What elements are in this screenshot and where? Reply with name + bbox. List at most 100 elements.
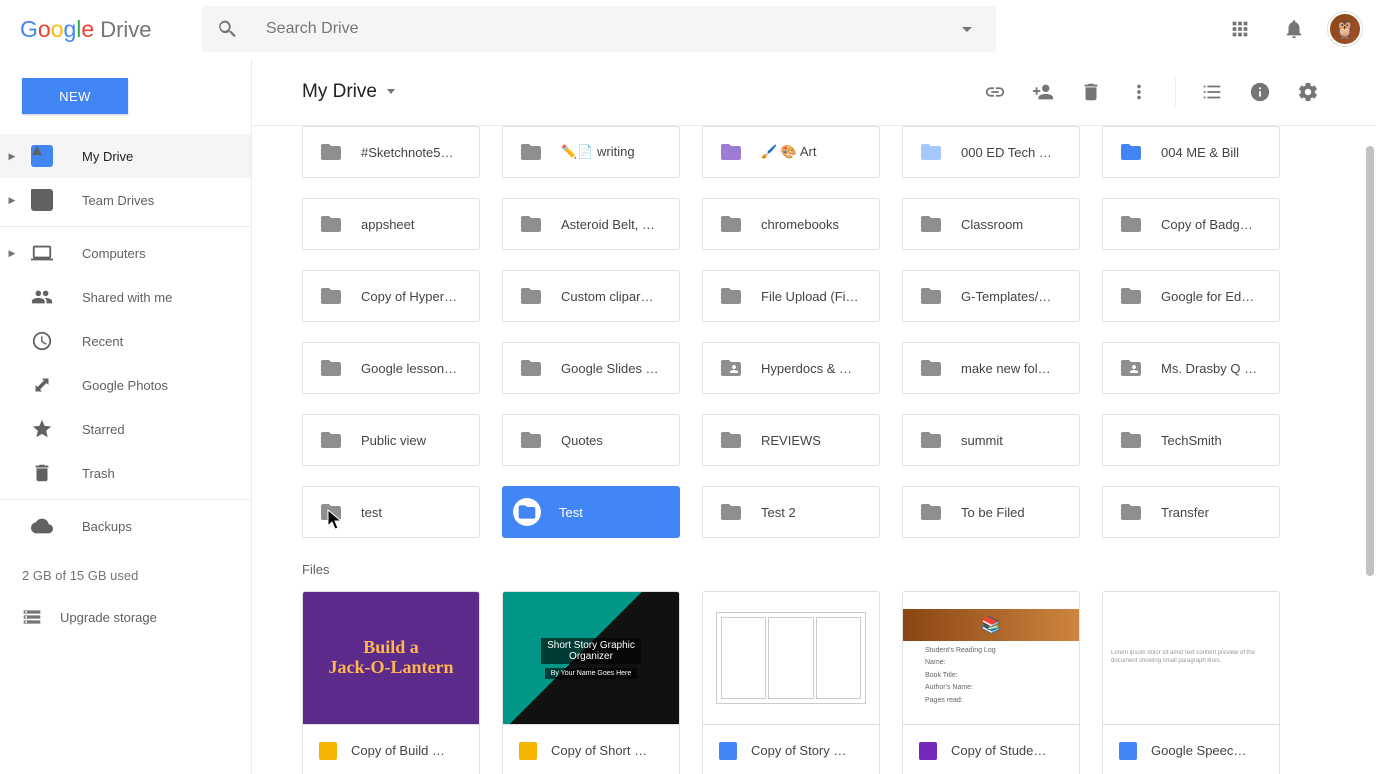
folder-label: 🖌️ 🎨 Art bbox=[761, 144, 817, 160]
folder-label: make new fol… bbox=[961, 361, 1051, 376]
folder-icon bbox=[319, 500, 343, 524]
sidebar-item-recent[interactable]: Recent bbox=[0, 319, 251, 363]
folder-label: Test bbox=[559, 505, 583, 520]
folder-label: File Upload (Fi… bbox=[761, 289, 859, 304]
folder-item[interactable]: Asteroid Belt, … bbox=[502, 198, 680, 250]
folder-item[interactable]: 000 ED Tech … bbox=[902, 126, 1080, 178]
nav-icon bbox=[30, 514, 54, 538]
get-link-button[interactable] bbox=[977, 74, 1013, 110]
apps-button[interactable] bbox=[1220, 9, 1260, 49]
folder-item[interactable]: Test 2 bbox=[702, 486, 880, 538]
folder-item[interactable]: chromebooks bbox=[702, 198, 880, 250]
header: Google Drive 🦉 bbox=[0, 0, 1376, 58]
folder-item[interactable]: Copy of Badg… bbox=[1102, 198, 1280, 250]
folder-item[interactable]: Google Slides … bbox=[502, 342, 680, 394]
folder-item[interactable]: Quotes bbox=[502, 414, 680, 466]
nav-label: Recent bbox=[82, 334, 123, 349]
delete-button[interactable] bbox=[1073, 74, 1109, 110]
sidebar-item-starred[interactable]: Starred bbox=[0, 407, 251, 451]
forms-icon bbox=[919, 742, 937, 760]
folder-icon bbox=[719, 140, 743, 164]
sidebar-item-team-drives[interactable]: ▶Team Drives bbox=[0, 178, 251, 222]
folder-label: Copy of Badg… bbox=[1161, 217, 1253, 232]
folder-label: Public view bbox=[361, 433, 426, 448]
folder-label: Custom clipar… bbox=[561, 289, 653, 304]
breadcrumb[interactable]: My Drive bbox=[302, 81, 395, 103]
folder-icon bbox=[1119, 356, 1143, 380]
scrollbar-thumb[interactable] bbox=[1366, 146, 1374, 576]
folder-label: 004 ME & Bill bbox=[1161, 145, 1239, 160]
file-item[interactable]: Build aJack-O-LanternCopy of Build … bbox=[302, 591, 480, 774]
folder-item[interactable]: Hyperdocs & … bbox=[702, 342, 880, 394]
folder-item[interactable]: ✏️📄 writing bbox=[502, 126, 680, 178]
files-section-label: Files bbox=[302, 562, 1326, 577]
file-thumbnail: Lorem ipsum dolor sit amet text content … bbox=[1103, 592, 1279, 724]
folder-item[interactable]: summit bbox=[902, 414, 1080, 466]
details-button[interactable] bbox=[1242, 74, 1278, 110]
folder-label: #Sketchnote5… bbox=[361, 145, 454, 160]
folder-item[interactable]: G-Templates/… bbox=[902, 270, 1080, 322]
folder-icon bbox=[319, 356, 343, 380]
sidebar-item-google-photos[interactable]: Google Photos bbox=[0, 363, 251, 407]
folder-label: Google lesson… bbox=[361, 361, 457, 376]
sidebar-item-trash[interactable]: Trash bbox=[0, 451, 251, 495]
sidebar-item-shared-with-me[interactable]: Shared with me bbox=[0, 275, 251, 319]
folder-item[interactable]: Ms. Drasby Q … bbox=[1102, 342, 1280, 394]
folder-item[interactable]: appsheet bbox=[302, 198, 480, 250]
folder-item[interactable]: Transfer bbox=[1102, 486, 1280, 538]
folder-label: Hyperdocs & … bbox=[761, 361, 852, 376]
folder-item[interactable]: Classroom bbox=[902, 198, 1080, 250]
folder-label: test bbox=[361, 505, 382, 520]
folder-item[interactable]: test bbox=[302, 486, 480, 538]
folder-item[interactable]: To be Filed bbox=[902, 486, 1080, 538]
list-view-button[interactable] bbox=[1194, 74, 1230, 110]
file-item[interactable]: Copy of Story … bbox=[702, 591, 880, 774]
folder-icon bbox=[513, 498, 541, 526]
sidebar-item-backups[interactable]: Backups bbox=[0, 504, 251, 548]
folder-item[interactable]: Custom clipar… bbox=[502, 270, 680, 322]
folder-label: Transfer bbox=[1161, 505, 1209, 520]
folder-item[interactable]: REVIEWS bbox=[702, 414, 880, 466]
folder-item[interactable]: File Upload (Fi… bbox=[702, 270, 880, 322]
folder-item[interactable]: 004 ME & Bill bbox=[1102, 126, 1280, 178]
main: My Drive #Sketchnote5… ✏️📄 writing 🖌️ 🎨 Ar… bbox=[251, 58, 1376, 774]
sidebar-item-my-drive[interactable]: ▶My Drive bbox=[0, 134, 251, 178]
sidebar-item-computers[interactable]: ▶Computers bbox=[0, 231, 251, 275]
folder-item[interactable]: make new fol… bbox=[902, 342, 1080, 394]
account-avatar[interactable]: 🦉 bbox=[1328, 12, 1362, 46]
folder-icon bbox=[1119, 500, 1143, 524]
folder-item[interactable]: Copy of Hyper… bbox=[302, 270, 480, 322]
nav-label: Trash bbox=[82, 466, 115, 481]
folder-item[interactable]: Test bbox=[502, 486, 680, 538]
file-item[interactable]: Short Story GraphicOrganizerBy Your Name… bbox=[502, 591, 680, 774]
folder-label: Classroom bbox=[961, 217, 1023, 232]
file-thumbnail bbox=[703, 592, 879, 724]
folder-label: To be Filed bbox=[961, 505, 1025, 520]
search-input[interactable] bbox=[266, 20, 962, 38]
folder-item[interactable]: Google lesson… bbox=[302, 342, 480, 394]
search-bar[interactable] bbox=[202, 6, 996, 52]
folder-label: chromebooks bbox=[761, 217, 839, 232]
folder-item[interactable]: Google for Ed… bbox=[1102, 270, 1280, 322]
expand-icon: ▶ bbox=[8, 195, 16, 206]
logo[interactable]: Google Drive bbox=[10, 16, 202, 43]
notifications-button[interactable] bbox=[1274, 9, 1314, 49]
folder-icon bbox=[719, 212, 743, 236]
file-item[interactable]: 📚Student's Reading LogName:Book Title:Au… bbox=[902, 591, 1080, 774]
nav-icon bbox=[30, 285, 54, 309]
folder-item[interactable]: Public view bbox=[302, 414, 480, 466]
more-button[interactable] bbox=[1121, 74, 1157, 110]
new-button[interactable]: NEW bbox=[22, 78, 128, 114]
folder-icon bbox=[919, 500, 943, 524]
share-button[interactable] bbox=[1025, 74, 1061, 110]
file-thumbnail: Short Story GraphicOrganizerBy Your Name… bbox=[503, 592, 679, 724]
upgrade-storage[interactable]: Upgrade storage bbox=[22, 607, 229, 627]
search-options-caret-icon[interactable] bbox=[962, 27, 972, 32]
settings-button[interactable] bbox=[1290, 74, 1326, 110]
folder-item[interactable]: TechSmith bbox=[1102, 414, 1280, 466]
file-item[interactable]: Lorem ipsum dolor sit amet text content … bbox=[1102, 591, 1280, 774]
content[interactable]: #Sketchnote5… ✏️📄 writing 🖌️ 🎨 Art 000 ED T… bbox=[252, 126, 1376, 774]
folder-icon bbox=[719, 356, 743, 380]
folder-item[interactable]: #Sketchnote5… bbox=[302, 126, 480, 178]
folder-item[interactable]: 🖌️ 🎨 Art bbox=[702, 126, 880, 178]
